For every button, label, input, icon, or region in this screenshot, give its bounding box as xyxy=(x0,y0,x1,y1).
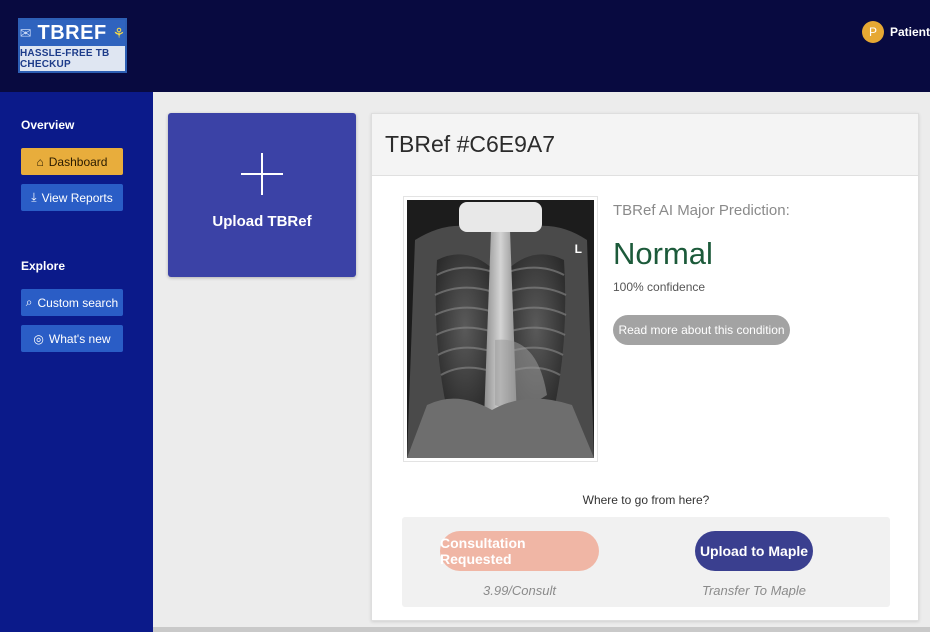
next-steps-panel: Consultation Requested Upload to Maple 3… xyxy=(402,517,890,607)
window-bottom-edge xyxy=(153,627,930,632)
sidebar-item-whats-new[interactable]: ◎ What's new xyxy=(21,325,123,352)
app-logo[interactable]: ✉ TBREF ⚘ HASSLE-FREE TB CHECKUP xyxy=(18,18,127,73)
card-title: TBRef #C6E9A7 xyxy=(385,131,556,157)
xray-side-marker: L xyxy=(574,242,582,256)
next-steps-heading: Where to go from here? xyxy=(582,493,710,507)
plus-icon xyxy=(241,153,283,195)
sidebar: Overview ⌂ Dashboard ⤓ View Reports Expl… xyxy=(0,92,153,632)
sidebar-item-label: Custom search xyxy=(37,295,119,310)
logo-banner: ✉ TBREF ⚘ xyxy=(20,20,125,46)
prediction-label: TBRef AI Major Prediction: xyxy=(613,202,790,219)
lungs-icon: ⚘ xyxy=(112,24,126,41)
confidence-text: 100% confidence xyxy=(613,280,706,294)
download-icon: ⤓ xyxy=(31,190,37,204)
upload-label: Upload TBRef xyxy=(212,213,312,230)
sidebar-item-label: What's new xyxy=(48,331,111,346)
sidebar-item-custom-search[interactable]: ⌕ Custom search xyxy=(21,289,123,316)
sidebar-item-view-reports[interactable]: ⤓ View Reports xyxy=(21,184,123,211)
xray-frame: L xyxy=(407,200,594,458)
explore-heading: Explore xyxy=(21,259,66,273)
avatar[interactable]: P xyxy=(861,21,884,43)
pill-icon: ✉ xyxy=(19,24,32,41)
read-more-button[interactable]: Read more about this condition xyxy=(613,315,790,345)
consult-price: 3.99/Consult xyxy=(483,583,556,598)
sidebar-item-label: Dashboard xyxy=(48,154,108,169)
chest-xray-graphic xyxy=(407,200,594,458)
xray-image[interactable]: L xyxy=(403,196,598,462)
maple-transfer-note: Transfer To Maple xyxy=(701,583,807,598)
overview-heading: Overview xyxy=(21,118,75,132)
consultation-button[interactable]: Consultation Requested xyxy=(440,531,599,571)
top-header: ✉ TBREF ⚘ HASSLE-FREE TB CHECKUP P Patie… xyxy=(0,0,930,92)
result-card: TBRef #C6E9A7 L TBRef AI Major Predictio… xyxy=(371,113,919,621)
logo-title: TBREF xyxy=(37,21,107,44)
card-header: TBRef #C6E9A7 xyxy=(372,114,918,176)
search-icon: ⌕ xyxy=(25,295,33,309)
upload-tbref-button[interactable]: Upload TBRef xyxy=(168,113,356,277)
prediction-value: Normal xyxy=(613,236,713,271)
logo-subtitle: HASSLE-FREE TB CHECKUP xyxy=(20,47,110,70)
user-menu[interactable]: P Patient xyxy=(861,21,930,43)
upload-to-maple-button[interactable]: Upload to Maple xyxy=(695,531,813,571)
sidebar-item-dashboard[interactable]: ⌂ Dashboard xyxy=(21,148,123,175)
compass-icon: ◎ xyxy=(33,331,44,346)
home-icon: ⌂ xyxy=(36,154,44,169)
user-name[interactable]: Patient xyxy=(890,25,930,39)
sidebar-item-label: View Reports xyxy=(41,190,113,205)
